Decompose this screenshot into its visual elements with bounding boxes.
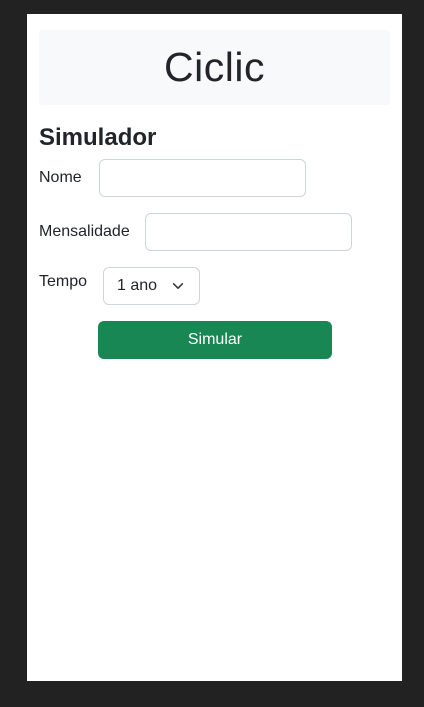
- page-container: Ciclic Simulador Nome Mensalidade Tempo …: [27, 14, 402, 681]
- name-label: Nome: [39, 169, 82, 186]
- name-input[interactable]: [99, 159, 306, 197]
- monthly-label: Mensalidade: [39, 223, 130, 240]
- time-select-value: 1 ano: [117, 277, 158, 294]
- chevron-down-icon: [172, 283, 184, 289]
- section-title: Simulador: [39, 124, 157, 151]
- time-select[interactable]: 1 ano: [103, 267, 200, 305]
- monthly-input[interactable]: [145, 213, 352, 251]
- header-banner: Ciclic: [39, 30, 390, 105]
- time-label: Tempo: [39, 273, 88, 290]
- simulate-button[interactable]: Simular: [98, 321, 332, 359]
- app-title: Ciclic: [164, 44, 265, 90]
